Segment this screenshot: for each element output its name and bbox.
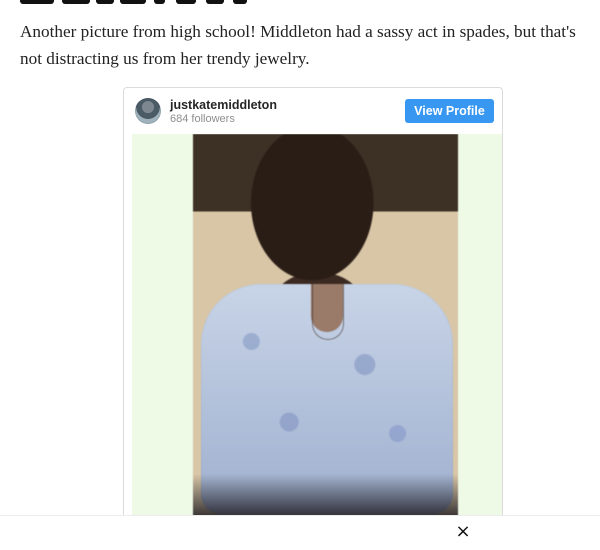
profile-avatar[interactable] xyxy=(135,98,161,124)
bottom-overlay-bar: × xyxy=(0,515,600,550)
follower-count: 684 followers xyxy=(170,113,235,125)
heading-text-fragment xyxy=(120,0,146,4)
heading-text-fragment xyxy=(233,0,247,4)
heading-text-fragment xyxy=(96,0,114,4)
heading-text-fragment xyxy=(62,0,90,4)
heading-text-fragment xyxy=(176,0,196,4)
instagram-header: justkatemiddleton 684 followers View Pro… xyxy=(124,88,502,134)
instagram-photo-frame[interactable] xyxy=(132,134,502,550)
cut-off-heading xyxy=(20,0,250,8)
view-profile-button[interactable]: View Profile xyxy=(405,99,494,123)
heading-text-fragment xyxy=(154,0,165,4)
instagram-embed: justkatemiddleton 684 followers View Pro… xyxy=(123,87,503,550)
article-paragraph: Another picture from high school! Middle… xyxy=(20,22,576,68)
instagram-username[interactable]: justkatemiddleton xyxy=(170,98,277,112)
heading-text-fragment xyxy=(20,0,54,4)
heading-text-fragment xyxy=(206,0,224,4)
close-icon[interactable]: × xyxy=(455,523,471,541)
necklace xyxy=(312,284,344,340)
instagram-photo[interactable] xyxy=(193,134,458,550)
